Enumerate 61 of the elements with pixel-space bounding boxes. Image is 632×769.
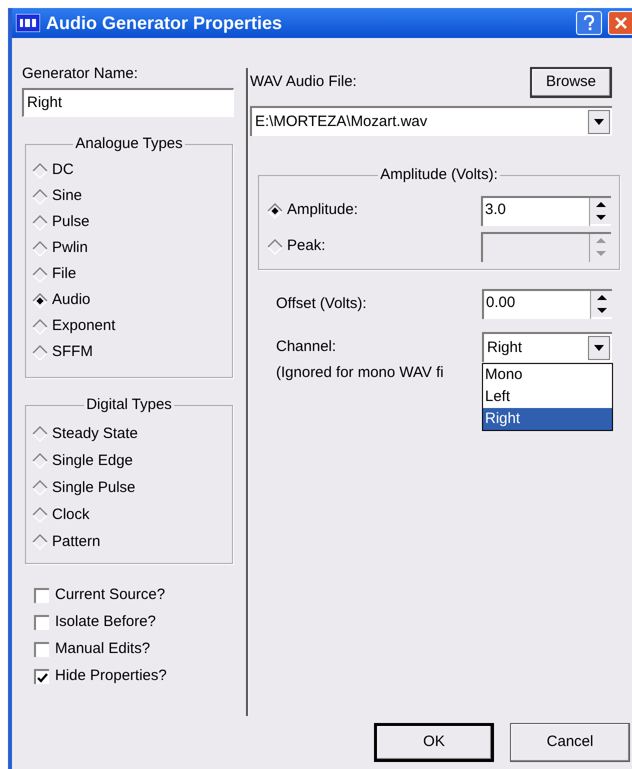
- checkbox-label[interactable]: Manual Edits?: [55, 638, 150, 661]
- name-field[interactable]: Right: [22, 88, 234, 117]
- radio-icon[interactable]: [32, 318, 48, 334]
- close-button[interactable]: [608, 11, 632, 35]
- field-label: Generator Name:: [22, 64, 139, 84]
- browse-button[interactable]: Browse: [530, 66, 612, 98]
- checkbox-label[interactable]: Current Source?: [55, 584, 166, 607]
- window-title: Audio Generator Properties: [46, 12, 284, 35]
- field-label: Offset (Volts):: [276, 294, 368, 314]
- radio-label[interactable]: Pwlin: [52, 237, 88, 260]
- field-label: WAV Audio File:: [250, 72, 357, 92]
- radio-label[interactable]: Pattern: [52, 530, 100, 554]
- radio-label[interactable]: Clock: [52, 504, 90, 526]
- selected-radio-icon[interactable]: [32, 292, 48, 308]
- radio-label[interactable]: Exponent: [52, 315, 116, 338]
- radio-icon[interactable]: [32, 162, 48, 178]
- channel-dropdown[interactable]: Right: [482, 332, 612, 362]
- group-title: Digital Types: [85, 395, 173, 415]
- field-label: Channel:: [276, 336, 338, 357]
- radio-icon[interactable]: [32, 266, 48, 282]
- cancel-button[interactable]: Cancel: [510, 723, 630, 762]
- close-icon: [614, 16, 628, 30]
- help-button[interactable]: [576, 11, 602, 35]
- spin-field[interactable]: 3.0: [481, 196, 611, 226]
- radio-label[interactable]: Single Pulse: [52, 476, 136, 500]
- checkbox[interactable]: [34, 588, 49, 603]
- checkbox-label[interactable]: Isolate Before?: [55, 611, 156, 634]
- help-icon: [583, 15, 595, 31]
- checked-checkbox[interactable]: [34, 669, 49, 684]
- radio-icon[interactable]: [32, 480, 48, 496]
- spin-field[interactable]: 0.00: [482, 289, 612, 319]
- radio-icon[interactable]: [32, 426, 48, 442]
- radio-icon[interactable]: [32, 240, 48, 256]
- dropdown-option[interactable]: Right: [483, 408, 612, 430]
- note-text: (Ignored for mono WAV fi: [276, 364, 444, 381]
- dropdown-arrow-icon: [594, 119, 604, 125]
- radio-label[interactable]: DC: [52, 159, 74, 182]
- checkbox-label[interactable]: Hide Properties?: [55, 665, 167, 688]
- radio-label[interactable]: Steady State: [52, 422, 138, 446]
- dropdown-arrow-icon: [594, 345, 604, 351]
- checkbox[interactable]: [34, 642, 49, 657]
- radio-label[interactable]: Audio: [52, 289, 90, 312]
- radio-icon[interactable]: [32, 188, 48, 204]
- selected-radio-icon[interactable]: [267, 202, 283, 218]
- radio-icon[interactable]: [32, 507, 48, 523]
- ok-button[interactable]: OK: [374, 723, 494, 762]
- radio-label[interactable]: Amplitude:: [287, 199, 477, 222]
- radio-icon[interactable]: [32, 214, 48, 230]
- checkbox[interactable]: [34, 615, 49, 630]
- radio-label[interactable]: SFFM: [52, 341, 93, 364]
- radio-label[interactable]: Single Edge: [52, 450, 133, 472]
- radio-icon[interactable]: [32, 344, 48, 360]
- radio-icon[interactable]: [32, 534, 48, 550]
- radio-label[interactable]: Sine: [52, 185, 82, 208]
- radio-label[interactable]: Pulse: [52, 211, 90, 234]
- radio-label[interactable]: File: [52, 263, 76, 286]
- app-logo-icon: [16, 14, 40, 32]
- file-dropdown[interactable]: E:\MORTEZA\Mozart.wav: [250, 106, 612, 136]
- group-title: Amplitude (Volts):: [379, 165, 499, 185]
- group-title: Analogue Types: [74, 134, 184, 154]
- radio-icon[interactable]: [32, 453, 48, 469]
